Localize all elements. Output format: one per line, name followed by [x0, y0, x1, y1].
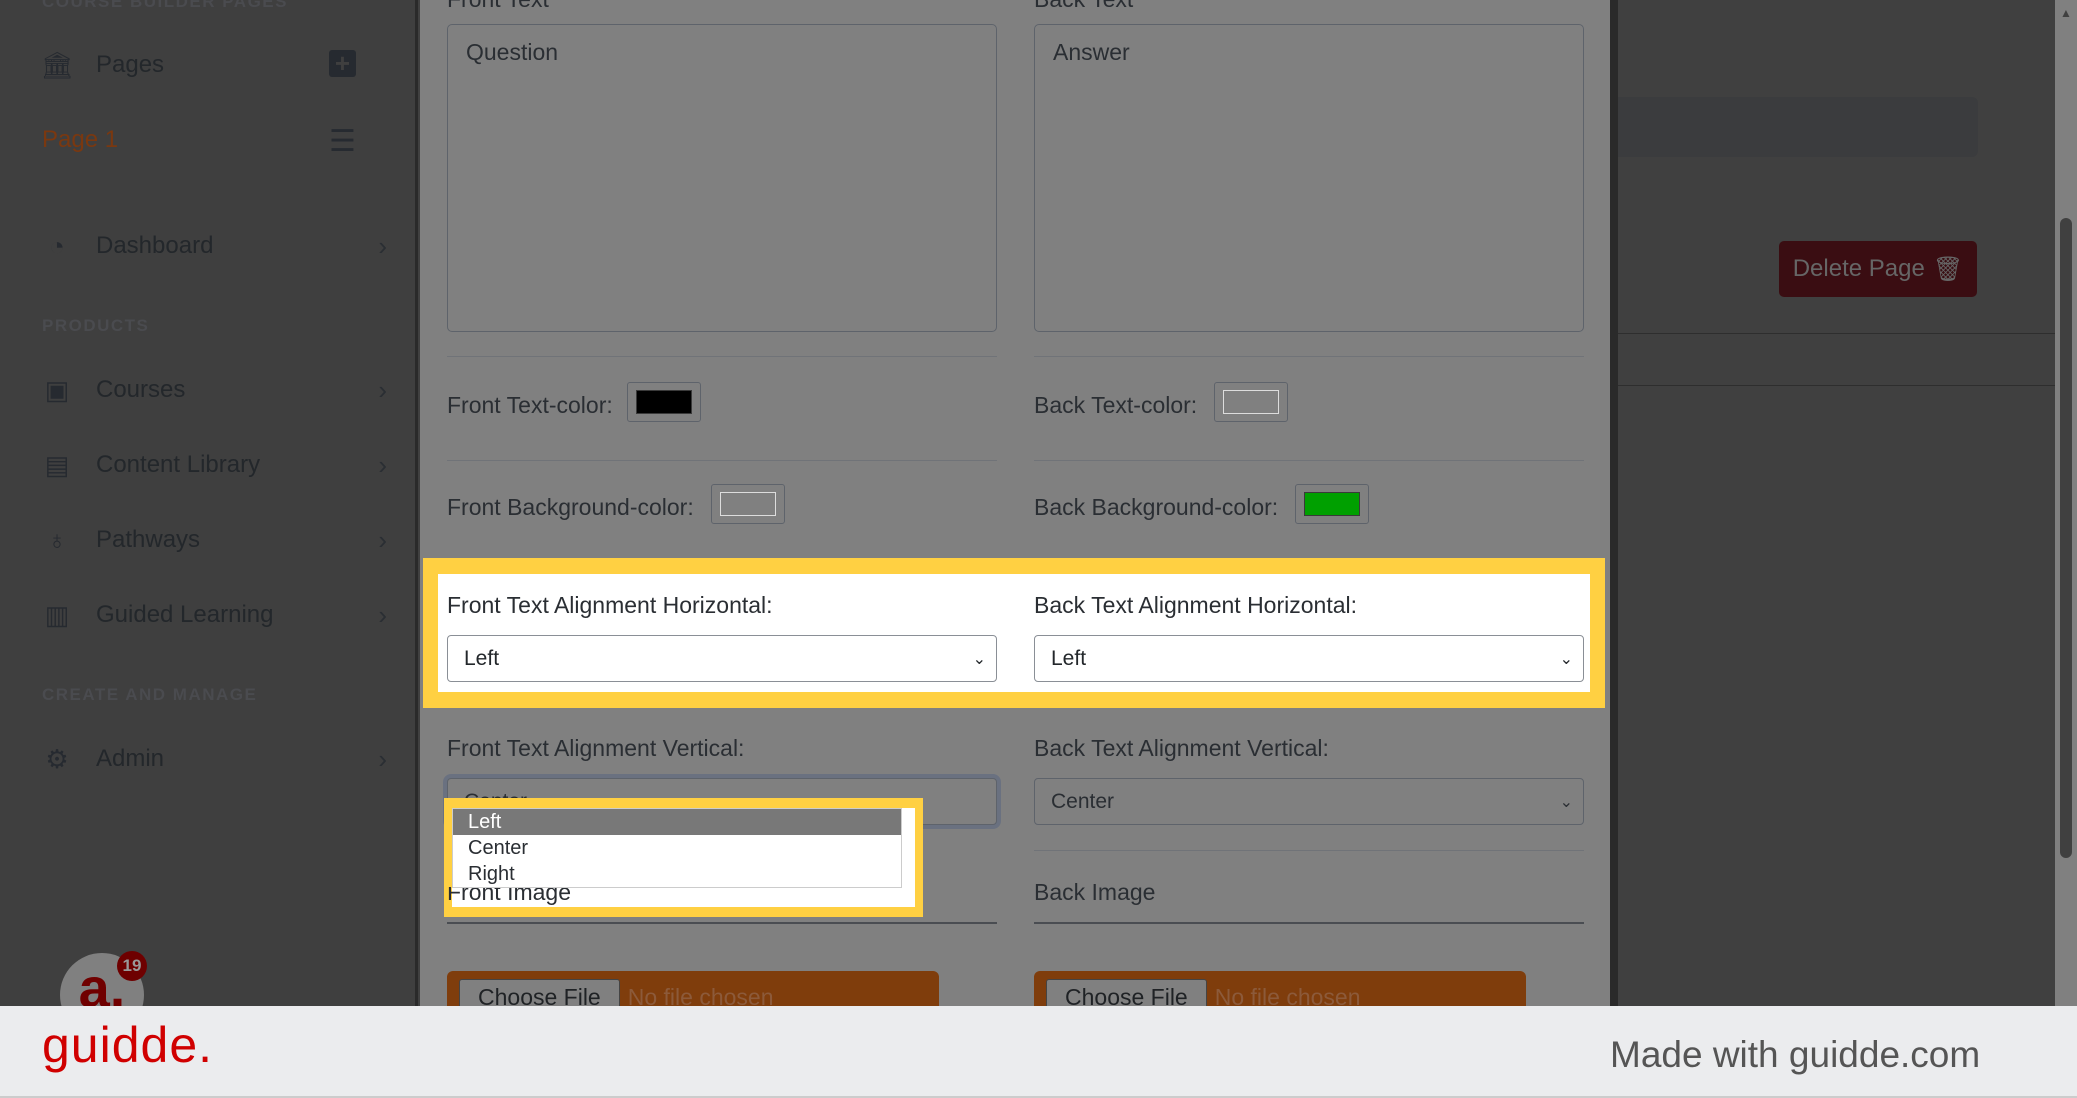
sidebar-pages[interactable]: 🏛 Pages +	[40, 45, 387, 85]
bank-icon: 🏛	[40, 49, 74, 80]
delete-page-label: Delete Page	[1792, 255, 1925, 282]
guidde-logo: guidde.	[42, 1017, 214, 1073]
back-v-align-label: Back Text Alignment Vertical:	[1034, 735, 1329, 761]
back-text-input[interactable]: Answer	[1034, 24, 1584, 332]
chevron-down-icon: ⌄	[1559, 793, 1573, 811]
back-text-color-picker[interactable]	[1214, 382, 1288, 422]
made-with-text: Made with guidde.com	[1610, 1034, 1981, 1075]
scroll-up-icon[interactable]: ▲	[2060, 6, 2072, 20]
select-value: Left	[464, 646, 500, 670]
section-create-manage: CREATE AND MANAGE	[42, 685, 258, 704]
item-label: Content Library	[96, 451, 261, 478]
front-bg-color-label: Front Background-color:	[447, 494, 694, 520]
item-label: Pathways	[96, 526, 201, 553]
delete-page-button[interactable]: Delete Page 🗑	[1779, 241, 1977, 297]
back-v-align-select[interactable]: Center ⌄	[1034, 778, 1584, 825]
chevron-right-icon: ›	[378, 374, 387, 405]
sidebar-item-guided-learning[interactable]: ▥ Guided Learning ›	[42, 595, 387, 635]
dropdown-option-left[interactable]: Left	[453, 809, 901, 835]
item-label: Dashboard	[96, 232, 214, 259]
page1-label: Page 1	[42, 126, 119, 153]
select-value: Center	[1051, 789, 1115, 813]
back-bg-color-label: Back Background-color:	[1034, 494, 1279, 520]
award-icon: ♁	[47, 524, 67, 555]
flashcard-modal: Front Text Back Text Question Answer Fro…	[420, 0, 1610, 1021]
sidebar-page-1[interactable]: Page 1 ☰	[42, 120, 387, 160]
chevron-right-icon: ›	[378, 743, 387, 774]
front-text-color-label: Front Text-color:	[447, 392, 613, 418]
section-products: PRODUCTS	[42, 316, 150, 335]
back-bg-color-picker[interactable]	[1295, 484, 1369, 524]
dropdown-option-center[interactable]: Center	[453, 835, 901, 861]
front-text-input[interactable]: Question	[447, 24, 997, 332]
chevron-right-icon: ›	[378, 599, 387, 630]
trash-icon: 🗑	[1932, 255, 1964, 283]
back-h-align-select[interactable]: Left ⌄	[1034, 635, 1584, 682]
courses-icon: ▣	[44, 374, 70, 405]
chevron-right-icon: ›	[378, 449, 387, 480]
front-text-color-picker[interactable]	[627, 382, 701, 422]
scrollbar[interactable]: ▲	[2055, 0, 2077, 1006]
item-label: Guided Learning	[96, 601, 274, 628]
back-text-color-label: Back Text-color:	[1034, 392, 1198, 418]
gear-icon: ⚙	[45, 743, 69, 774]
section-course-builder: COURSE BUILDER PAGES	[42, 0, 288, 11]
sidebar-item-courses[interactable]: ▣ Courses ›	[42, 370, 387, 410]
page-title-field	[1618, 97, 1978, 157]
highlight-horizontal	[423, 558, 1605, 708]
back-image-label: Back Image	[1034, 879, 1156, 905]
back-text-label: Back Text	[1034, 0, 1133, 13]
alignment-dropdown-list: Left Center Right	[452, 808, 902, 888]
sidebar-item-pathways[interactable]: ♁ Pathways ›	[42, 520, 387, 560]
sidebar-item-admin[interactable]: ⚙ Admin ›	[42, 739, 387, 779]
back-h-align-label: Back Text Alignment Horizontal:	[1034, 592, 1358, 618]
menu-icon[interactable]: ☰	[329, 124, 356, 159]
pages-label: Pages	[96, 51, 165, 78]
book-icon: ▤	[44, 449, 70, 480]
scrollbar-thumb[interactable]	[2060, 218, 2072, 858]
front-h-align-label: Front Text Alignment Horizontal:	[447, 592, 773, 618]
chevron-right-icon: ›	[378, 230, 387, 261]
front-h-align-select[interactable]: Left ⌄	[447, 635, 997, 682]
item-label: Courses	[96, 376, 186, 403]
dropdown-option-right[interactable]: Right	[453, 861, 901, 887]
footer: guidde. Made with guidde.com	[0, 1006, 2077, 1098]
sidebar-item-dashboard[interactable]: ◔ Dashboard ›	[42, 226, 387, 266]
item-label: Admin	[96, 745, 165, 772]
sidebar: COURSE BUILDER PAGES 🏛 Pages + Page 1 ☰ …	[0, 0, 418, 1037]
dashboard-icon: ◔	[49, 230, 65, 261]
chevron-down-icon: ⌄	[972, 650, 986, 668]
front-text-label: Front Text	[447, 0, 549, 13]
front-v-align-label: Front Text Alignment Vertical:	[447, 735, 745, 761]
front-bg-color-picker[interactable]	[711, 484, 785, 524]
notification-badge: 19	[117, 951, 147, 981]
clipboard-icon: ▥	[44, 599, 70, 630]
select-value: Left	[1051, 646, 1087, 670]
add-page-icon[interactable]: +	[329, 50, 356, 77]
sidebar-item-content-library[interactable]: ▤ Content Library ›	[42, 445, 387, 485]
chevron-down-icon: ⌄	[1559, 650, 1573, 668]
chevron-right-icon: ›	[378, 524, 387, 555]
